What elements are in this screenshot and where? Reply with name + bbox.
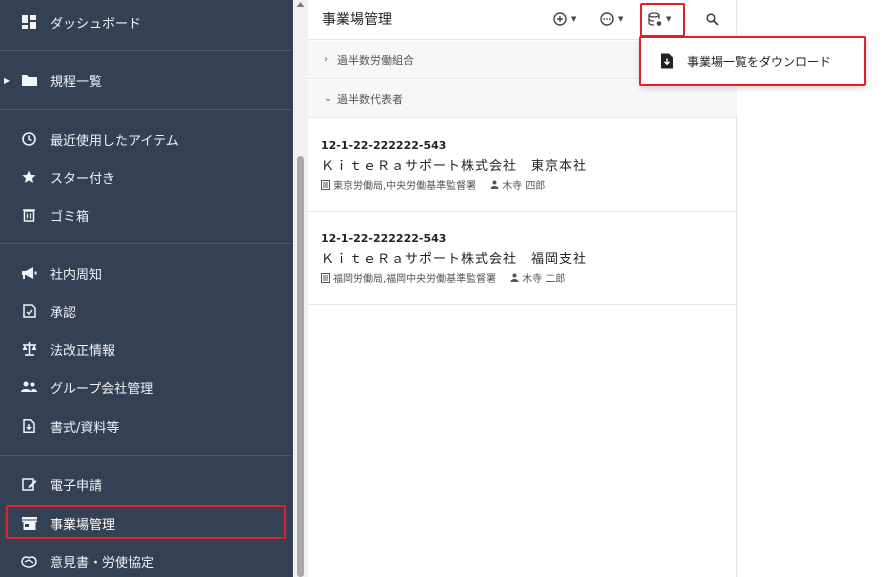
sidebar-item-label: 承認 xyxy=(50,305,77,321)
sidebar-item-label: 社内周知 xyxy=(50,267,103,283)
workplace-meta: 福岡労働局,福岡中央労働基準監督署 木寺 二郎 xyxy=(321,270,565,285)
group-label: 過半数労働組合 xyxy=(337,53,414,67)
chevron-down-icon: ▼ xyxy=(618,15,624,23)
sidebar-item-label: 電子申請 xyxy=(50,478,103,494)
sidebar-divider xyxy=(0,455,293,456)
export-dropdown-menu: 事業場一覧をダウンロード xyxy=(640,38,866,86)
workplace-meta: 東京労働局,中央労働基準監督署 木寺 四郎 xyxy=(321,177,545,192)
workplace-list-panel: 事業場管理 ▼ ▼ ▼ › 過半数労働組合 ⌄ 過半数代表者 12-1-22-2… xyxy=(308,0,737,577)
group-label: 過半数代表者 xyxy=(337,92,403,106)
star-icon xyxy=(21,169,37,185)
sidebar-scrollbar[interactable] xyxy=(293,0,308,577)
sidebar-item-e-application[interactable]: 電子申請 xyxy=(0,465,293,503)
chevron-down-icon: ⌄ xyxy=(324,93,333,104)
sidebar-divider xyxy=(0,50,293,51)
document-download-icon xyxy=(21,418,37,434)
sidebar-item-label: スター付き xyxy=(50,171,116,187)
sidebar-item-regulations[interactable]: ▶ 規程一覧 xyxy=(0,61,293,99)
sidebar-divider xyxy=(0,109,293,110)
list-item[interactable]: 12-1-22-222222-543 ＫｉｔｅＲａサポート株式会社 東京本社 東… xyxy=(308,119,737,212)
sidebar-item-starred[interactable]: スター付き xyxy=(0,158,293,196)
more-circle-icon xyxy=(600,12,614,26)
search-button[interactable] xyxy=(706,9,719,29)
workplace-code: 12-1-22-222222-543 xyxy=(321,232,447,245)
sidebar-item-label: 書式/資料等 xyxy=(50,420,120,436)
scale-icon xyxy=(21,341,37,357)
sidebar-item-label: 規程一覧 xyxy=(50,74,103,90)
chevron-down-icon: ▼ xyxy=(571,15,577,23)
sidebar-item-law-revision[interactable]: 法改正情報 xyxy=(0,330,293,368)
sidebar-item-group-companies[interactable]: グループ会社管理 xyxy=(0,368,293,406)
labor-office: 福岡労働局,福岡中央労働基準監督署 xyxy=(333,274,497,285)
more-options-button[interactable]: ▼ xyxy=(600,9,623,29)
database-settings-icon xyxy=(648,11,662,26)
megaphone-icon xyxy=(21,265,37,281)
person-icon xyxy=(490,180,499,189)
person-icon xyxy=(510,273,519,282)
sidebar: ダッシュボード ▶ 規程一覧 最近使用したアイテム スター付き ゴミ箱 社内周知… xyxy=(0,0,293,577)
trash-icon xyxy=(21,207,37,223)
sidebar-item-approval[interactable]: 承認 xyxy=(0,292,293,330)
approval-icon xyxy=(21,303,37,319)
scroll-up-arrow-icon[interactable] xyxy=(296,0,305,10)
page-title: 事業場管理 xyxy=(322,12,392,28)
workplace-name: ＫｉｔｅＲａサポート株式会社 福岡支社 xyxy=(321,252,588,267)
list-item[interactable]: 12-1-22-222222-543 ＫｉｔｅＲａサポート株式会社 福岡支社 福… xyxy=(308,212,737,305)
search-icon xyxy=(706,12,719,26)
sidebar-item-label: 事業場管理 xyxy=(50,517,116,533)
sidebar-item-trash[interactable]: ゴミ箱 xyxy=(0,196,293,234)
workplace-code: 12-1-22-222222-543 xyxy=(321,139,447,152)
sidebar-item-agreements[interactable]: 意見書・労使協定 xyxy=(0,542,293,577)
sidebar-item-label: グループ会社管理 xyxy=(50,381,154,397)
sidebar-item-label: ダッシュボード xyxy=(50,16,142,32)
handshake-icon xyxy=(21,553,37,569)
sidebar-divider xyxy=(0,243,293,244)
sidebar-item-label: 意見書・労使協定 xyxy=(50,555,155,571)
labor-office: 東京労働局,中央労働基準監督署 xyxy=(333,181,477,192)
sidebar-item-label: ゴミ箱 xyxy=(50,209,90,225)
menu-item-label: 事業場一覧をダウンロード xyxy=(687,54,832,69)
file-download-icon xyxy=(661,53,673,69)
app-root: ダッシュボード ▶ 規程一覧 最近使用したアイテム スター付き ゴミ箱 社内周知… xyxy=(0,0,890,577)
clock-icon xyxy=(21,131,37,147)
sidebar-item-label: 最近使用したアイテム xyxy=(50,133,179,149)
sidebar-item-forms[interactable]: 書式/資料等 xyxy=(0,407,293,445)
sidebar-item-dashboard[interactable]: ダッシュボード xyxy=(0,3,293,41)
representative-name: 木寺 二郎 xyxy=(522,274,566,285)
folder-icon xyxy=(21,72,37,88)
office-icon xyxy=(321,179,330,190)
chevron-down-icon: ▼ xyxy=(666,15,672,23)
panel-header: 事業場管理 ▼ ▼ ▼ xyxy=(308,0,737,40)
e-application-icon xyxy=(21,476,37,492)
group-icon xyxy=(21,379,37,395)
representative-name: 木寺 四郎 xyxy=(502,181,546,192)
download-workplace-list-menu-item[interactable]: 事業場一覧をダウンロード xyxy=(640,38,866,84)
dashboard-icon xyxy=(21,14,37,30)
expand-caret-icon[interactable]: ▶ xyxy=(4,76,10,85)
scroll-thumb[interactable] xyxy=(297,156,304,577)
office-icon xyxy=(321,272,330,283)
data-export-button[interactable]: ▼ xyxy=(648,9,671,29)
sidebar-item-workplace-management[interactable]: 事業場管理 xyxy=(0,504,293,542)
sidebar-item-notices[interactable]: 社内周知 xyxy=(0,254,293,292)
add-button[interactable]: ▼ xyxy=(553,9,576,29)
chevron-right-icon: › xyxy=(324,54,328,65)
workplace-name: ＫｉｔｅＲａサポート株式会社 東京本社 xyxy=(321,159,588,174)
add-circle-icon xyxy=(553,12,567,26)
store-icon xyxy=(21,515,37,531)
sidebar-item-recent[interactable]: 最近使用したアイテム xyxy=(0,120,293,158)
sidebar-item-label: 法改正情報 xyxy=(50,343,116,359)
